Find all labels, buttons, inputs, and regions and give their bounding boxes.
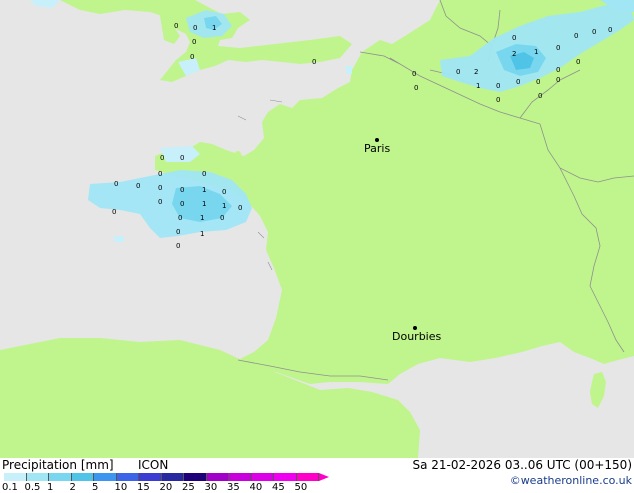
- scale-label: 40: [249, 482, 263, 493]
- precip-value: 0: [556, 76, 560, 84]
- scale-segment: [251, 473, 274, 481]
- precip-area-small: [346, 66, 352, 74]
- precip-value: 0: [538, 92, 542, 100]
- scale-segment: [26, 473, 49, 481]
- scale-label: 1: [47, 482, 54, 493]
- precip-value: 1: [534, 48, 538, 56]
- datetime-label: Sa 21-02-2026 03..06 UTC (00+150): [412, 458, 632, 472]
- map-canvas: 0 0 1 0 0 0 2 1 0 0 0 0 0 2 1 0 0 0 0 0 …: [0, 0, 634, 458]
- scale-segment: [161, 473, 184, 481]
- precip-value: 0: [556, 44, 560, 52]
- precip-value: 0: [176, 228, 180, 236]
- precip-value: 0: [158, 198, 162, 206]
- scale-segment: [94, 473, 117, 481]
- precip-value: 1: [202, 200, 206, 208]
- scale-label: 30: [204, 482, 218, 493]
- precip-value: 0: [512, 34, 516, 42]
- precip-value: 0: [202, 170, 206, 178]
- precip-value: 0: [176, 242, 180, 250]
- precip-value: 0: [222, 188, 226, 196]
- precip-value: 0: [192, 38, 196, 46]
- scale-segment: [139, 473, 162, 481]
- scale-label: 5: [92, 482, 99, 493]
- precip-value: 1: [476, 82, 480, 90]
- scale-label: 10: [114, 482, 128, 493]
- precip-value: 0: [608, 26, 612, 34]
- precip-value: 2: [512, 50, 516, 58]
- precip-value: 0: [190, 53, 194, 61]
- precip-value: 0: [592, 28, 596, 36]
- precip-value: 0: [180, 186, 184, 194]
- scale-label: 20: [159, 482, 173, 493]
- precip-value: 0: [114, 180, 118, 188]
- precip-value: 0: [556, 66, 560, 74]
- precip-value: 0: [178, 214, 182, 222]
- footer: Precipitation [mm] ICON Sa 21-02-2026 03…: [0, 458, 634, 493]
- precip-value: 0: [158, 170, 162, 178]
- precip-value: 0: [412, 70, 416, 78]
- city-label: Dourbies: [392, 330, 442, 343]
- scale-segment: [296, 473, 319, 481]
- scale-label: 0.1: [2, 482, 18, 493]
- scale-segment: [71, 473, 94, 481]
- precip-value: 0: [238, 204, 242, 212]
- scale-segment: [274, 473, 297, 481]
- scale-label: 2: [69, 482, 76, 493]
- model-name: ICON: [138, 458, 169, 472]
- scale-label: 50: [294, 482, 308, 493]
- precip-value: 0: [193, 24, 197, 32]
- precip-value: 0: [160, 154, 164, 162]
- land-channel-island: [243, 156, 247, 160]
- precip-value: 1: [212, 24, 216, 32]
- scale-label: 0.5: [24, 482, 41, 493]
- scale-segment: [49, 473, 72, 481]
- precip-value: 0: [496, 96, 500, 104]
- map-title: Precipitation [mm]: [2, 458, 114, 472]
- precip-value: 0: [574, 32, 578, 40]
- scale-label: 15: [137, 482, 150, 493]
- color-scale: [4, 473, 330, 481]
- precip-value: 0: [220, 214, 224, 222]
- scale-arrow: [319, 473, 329, 481]
- precip-value: 0: [180, 154, 184, 162]
- precip-value: 0: [180, 200, 184, 208]
- scale-segment: [4, 473, 27, 481]
- precip-value: 1: [200, 214, 204, 222]
- precip-value: 1: [222, 202, 226, 210]
- scale-segment: [184, 473, 207, 481]
- scale-segment: [229, 473, 252, 481]
- scale-label: 45: [272, 482, 285, 493]
- precip-value: 0: [136, 182, 140, 190]
- scale-segment: [206, 473, 229, 481]
- precip-value: 0: [414, 84, 418, 92]
- precip-value: 0: [312, 58, 316, 66]
- precip-value: 0: [112, 208, 116, 216]
- precipitation-map: 0 0 1 0 0 0 2 1 0 0 0 0 0 2 1 0 0 0 0 0 …: [0, 0, 634, 458]
- credit-link[interactable]: ©weatheronline.co.uk: [480, 474, 632, 487]
- precip-value: 0: [496, 82, 500, 90]
- precip-value: 0: [536, 78, 540, 86]
- precip-value: 0: [576, 58, 580, 66]
- precip-value: 1: [200, 230, 204, 238]
- precip-value: 1: [202, 186, 206, 194]
- land-channel-island: [235, 151, 241, 157]
- precip-value: 0: [456, 68, 460, 76]
- scale-label: 35: [227, 482, 240, 493]
- scale-label: 25: [182, 482, 195, 493]
- scale-segment: [116, 473, 139, 481]
- precip-value: 0: [158, 184, 162, 192]
- precip-value: 0: [516, 78, 520, 86]
- city-label: Paris: [364, 142, 390, 155]
- precip-area-small: [114, 236, 124, 242]
- precip-value: 2: [474, 68, 478, 76]
- precip-value: 0: [174, 22, 178, 30]
